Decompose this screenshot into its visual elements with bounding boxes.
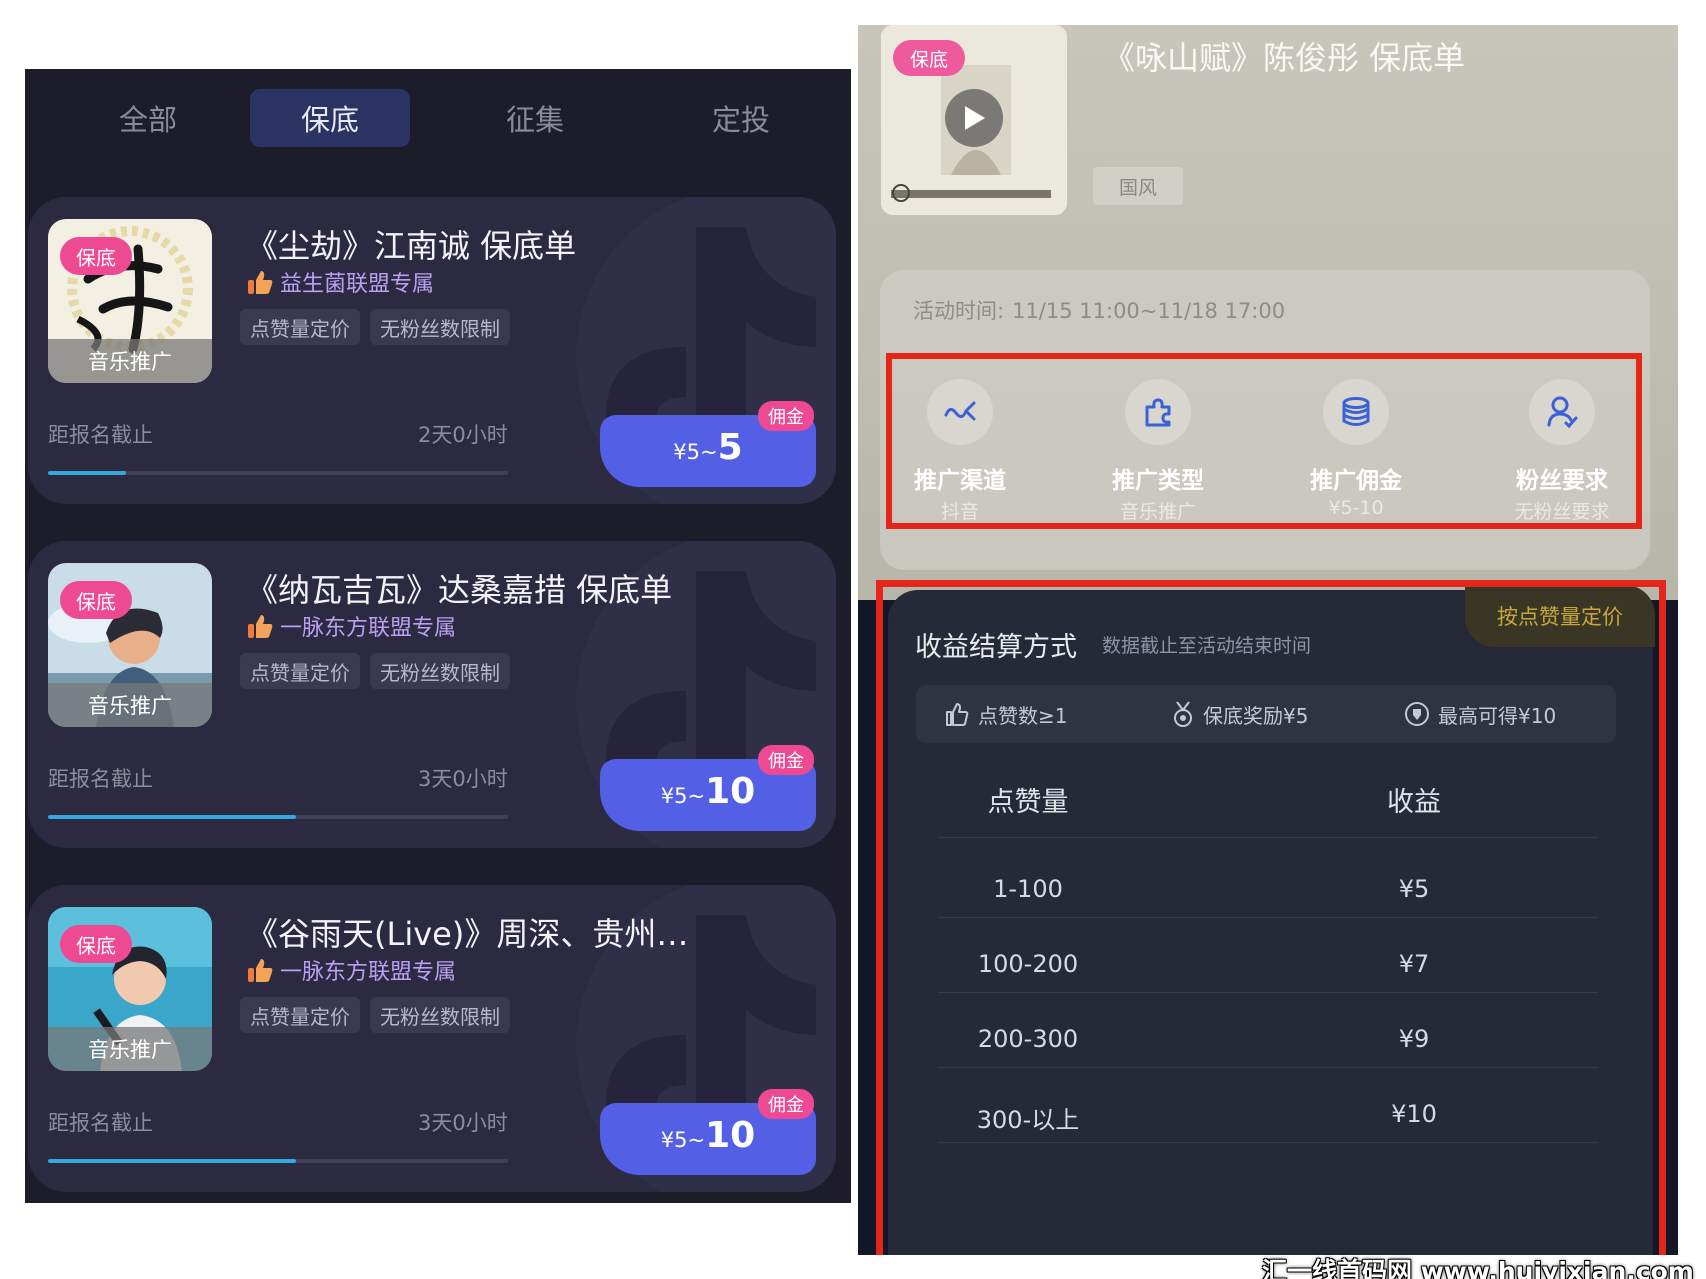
- deadline-label: 距报名截止: [48, 423, 153, 447]
- thumbs-up-icon: [248, 271, 273, 294]
- play-icon: [965, 106, 985, 130]
- task-title[interactable]: 《尘劫》江南诚 保底单: [246, 221, 726, 267]
- deadline-label: 距报名截止: [48, 767, 153, 791]
- puzzle-icon: [1125, 379, 1191, 445]
- cover-label: 音乐推广: [48, 683, 212, 727]
- task-list-panel: 全部 保底 征集 定投 保底 音乐推广 《尘劫》江南诚 保底单 益生菌联盟专属 …: [25, 69, 851, 1203]
- filter-tabs: 全部 保底 征集 定投: [25, 69, 851, 179]
- task-detail-panel: 保底 《咏山赋》陈俊彤 保底单 国风 活动时间: 11/15 11:00~11/1…: [858, 25, 1678, 1255]
- settlement-highlight-box: [876, 580, 1666, 1255]
- tag-fans: 无粉丝数限制: [370, 653, 510, 689]
- commission-badge: 佣金: [758, 1089, 814, 1119]
- thumbs-up-icon: [248, 959, 273, 982]
- thumbs-up-icon: [248, 615, 273, 638]
- task-card[interactable]: 保底 音乐推广 《纳瓦吉瓦》达桑嘉措 保底单 一脉东方联盟专属 点赞量定价 无粉…: [28, 541, 836, 848]
- info-commission: 推广佣金 ¥5-10: [1266, 379, 1446, 519]
- guarantee-badge: 保底: [60, 925, 132, 963]
- progress-fill: [48, 815, 297, 819]
- activity-time: 活动时间: 11/15 11:00~11/18 17:00: [913, 295, 1285, 325]
- alliance-row: 一脉东方联盟专属: [246, 955, 456, 985]
- tag-list: 点赞量定价 无粉丝数限制: [240, 309, 520, 345]
- info-value: 无粉丝要求: [1514, 501, 1610, 523]
- screenshot-canvas: 全部 保底 征集 定投 保底 音乐推广 《尘劫》江南诚 保底单 益生菌联盟专属 …: [0, 0, 1706, 1279]
- tag-list: 点赞量定价 无粉丝数限制: [240, 653, 520, 689]
- task-card[interactable]: 保底 音乐推广 《尘劫》江南诚 保底单 益生菌联盟专属 点赞量定价 无粉丝数限制…: [28, 197, 836, 504]
- info-type: 推广类型 音乐推广: [1068, 379, 1248, 523]
- progress-bar: [48, 815, 508, 819]
- info-label: 推广佣金: [1310, 468, 1402, 494]
- deadline-value: 2天0小时: [418, 423, 508, 447]
- price-max: 10: [705, 1115, 756, 1156]
- song-cover[interactable]: 保底 音乐推广: [48, 219, 212, 383]
- deadline-value: 3天0小时: [418, 1111, 508, 1135]
- progress-fill: [48, 1159, 297, 1163]
- task-card[interactable]: 保底 音乐推广 《谷雨天(Live)》周深、贵州… 一脉东方联盟专属 点赞量定价…: [28, 885, 836, 1192]
- genre-tag: 国风: [1093, 167, 1183, 205]
- info-fans: 粉丝要求 无粉丝要求: [1472, 379, 1652, 523]
- task-title[interactable]: 《谷雨天(Live)》周深、贵州…: [246, 909, 726, 955]
- info-value: 抖音: [940, 501, 979, 523]
- tag-pricing: 点赞量定价: [240, 997, 360, 1033]
- price-max: 10: [705, 771, 756, 812]
- guarantee-badge: 保底: [60, 237, 132, 275]
- price-prefix: ¥5~: [660, 784, 706, 808]
- fans-icon: [1529, 379, 1595, 445]
- info-value: 音乐推广: [1119, 501, 1196, 523]
- detail-title: 《咏山赋》陈俊彤 保底单: [1103, 39, 1466, 77]
- tag-pricing: 点赞量定价: [240, 653, 360, 689]
- cover-label: 音乐推广: [48, 1027, 212, 1071]
- progress-bar: [48, 1159, 508, 1163]
- alliance-row: 一脉东方联盟专属: [246, 611, 456, 641]
- site-watermark: 汇一线首码网 www.huiyixian.com: [1262, 1257, 1694, 1279]
- tab-collect[interactable]: 征集: [455, 89, 615, 147]
- info-label: 推广渠道: [914, 468, 1006, 494]
- tab-all[interactable]: 全部: [68, 89, 228, 147]
- guarantee-badge: 保底: [893, 40, 965, 76]
- price-max: 5: [717, 427, 743, 468]
- commission-badge: 佣金: [758, 745, 814, 775]
- info-value: ¥5-10: [1328, 497, 1384, 519]
- tab-targeted[interactable]: 定投: [661, 89, 821, 147]
- tag-fans: 无粉丝数限制: [370, 309, 510, 345]
- progress-bar: [48, 471, 508, 475]
- play-button[interactable]: [945, 89, 1003, 147]
- tab-guarantee[interactable]: 保底: [250, 89, 410, 147]
- coins-icon: [1323, 379, 1389, 445]
- song-cover[interactable]: 保底 音乐推广: [48, 907, 212, 1071]
- song-cover[interactable]: 保底: [881, 25, 1067, 215]
- price-prefix: ¥5~: [673, 440, 718, 464]
- alliance-row: 益生菌联盟专属: [246, 267, 434, 297]
- alliance-label: 益生菌联盟专属: [280, 272, 435, 297]
- activity-time-label: 活动时间:: [913, 299, 1005, 323]
- progress-fill: [48, 471, 127, 475]
- tag-fans: 无粉丝数限制: [370, 997, 510, 1033]
- task-title[interactable]: 《纳瓦吉瓦》达桑嘉措 保底单: [246, 565, 726, 611]
- price-prefix: ¥5~: [660, 1128, 706, 1152]
- info-highlight-box: 推广渠道 抖音 推广类型 音乐推广 推广佣金 ¥5-10 粉丝要求 无粉丝要求: [886, 353, 1642, 529]
- deadline-label: 距报名截止: [48, 1111, 153, 1135]
- deadline-value: 3天0小时: [418, 767, 508, 791]
- song-cover[interactable]: 保底 音乐推广: [48, 563, 212, 727]
- tag-pricing: 点赞量定价: [240, 309, 360, 345]
- info-channel: 推广渠道 抖音: [870, 379, 1050, 523]
- guarantee-badge: 保底: [60, 581, 132, 619]
- info-label: 粉丝要求: [1516, 468, 1608, 494]
- cover-label: 音乐推广: [48, 339, 212, 383]
- info-label: 推广类型: [1112, 468, 1204, 494]
- tag-list: 点赞量定价 无粉丝数限制: [240, 997, 520, 1033]
- alliance-label: 一脉东方联盟专属: [280, 960, 457, 985]
- activity-time-value: 11/15 11:00~11/18 17:00: [1012, 299, 1286, 323]
- commission-badge: 佣金: [758, 401, 814, 431]
- share-icon: [927, 379, 993, 445]
- alliance-label: 一脉东方联盟专属: [280, 616, 457, 641]
